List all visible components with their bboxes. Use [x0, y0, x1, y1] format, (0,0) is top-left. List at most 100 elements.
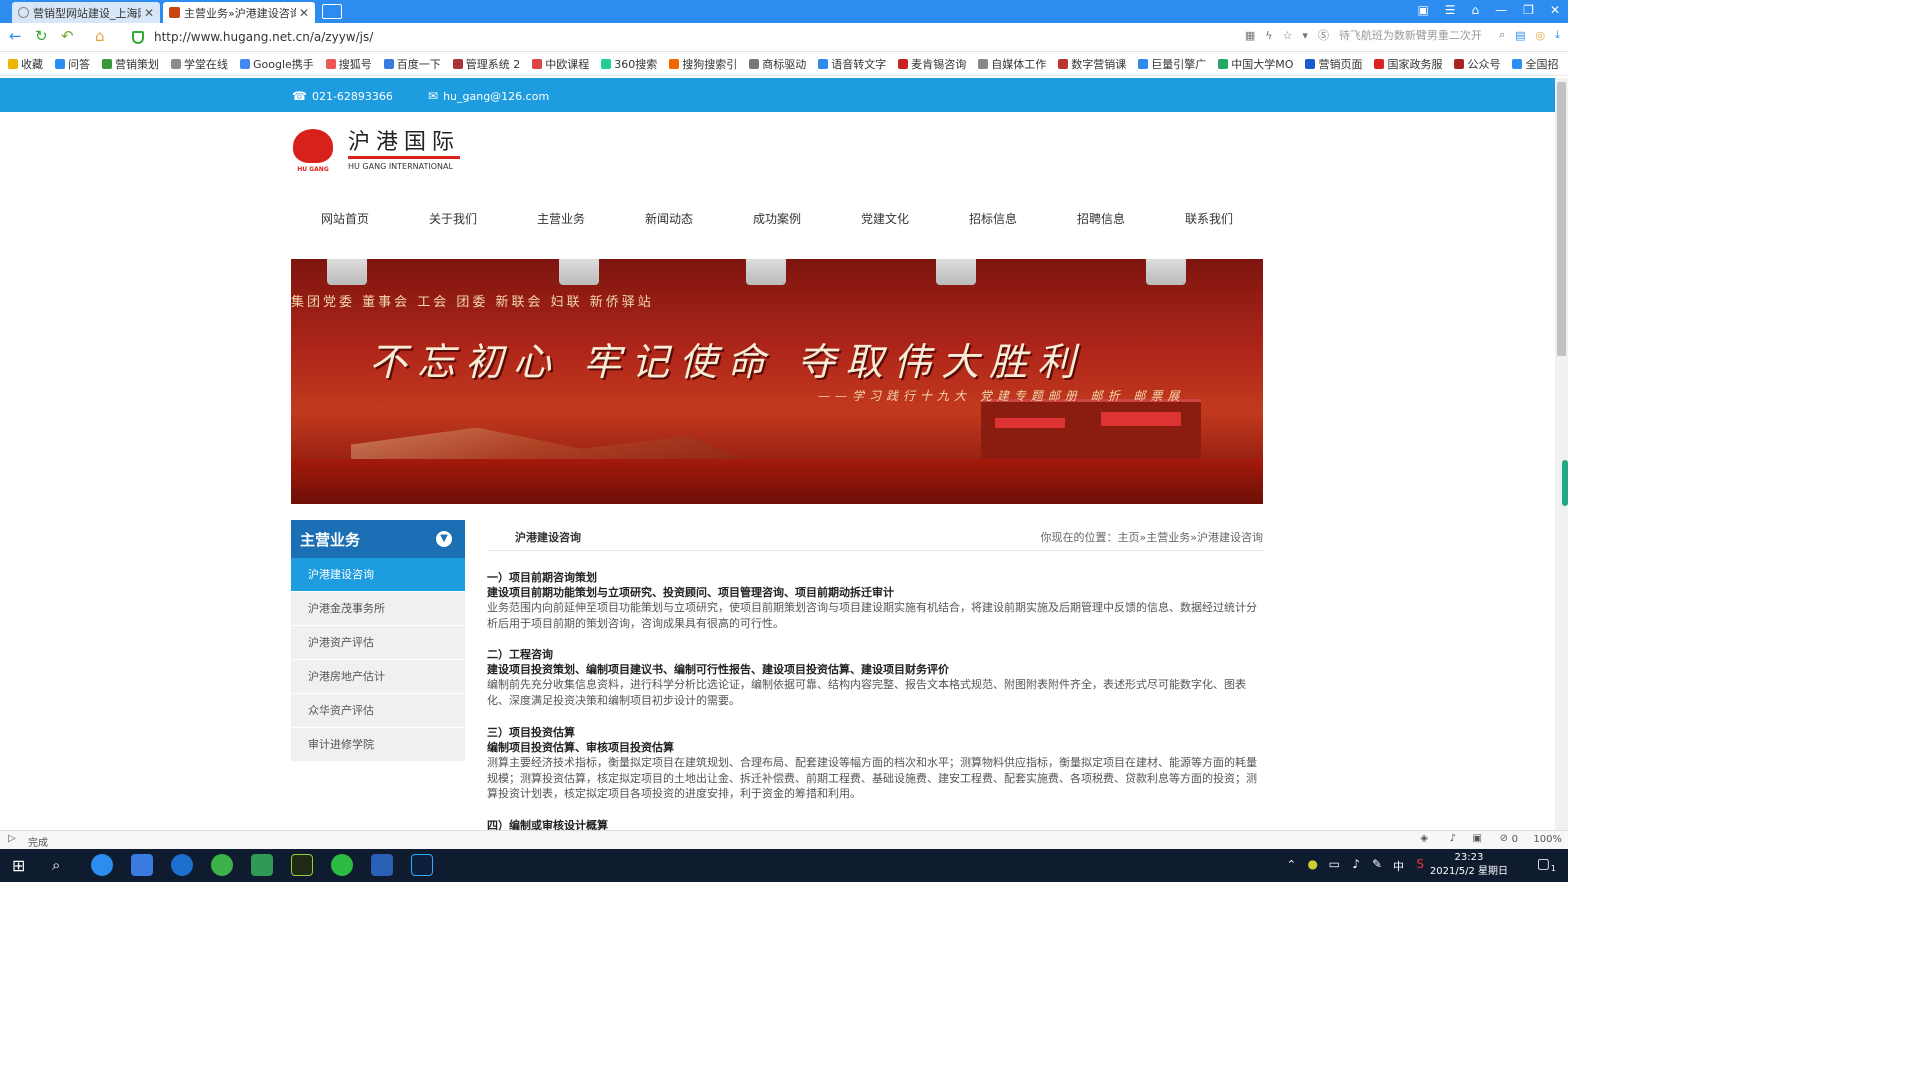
nav-about[interactable]: 关于我们 [399, 206, 507, 232]
close-tab-icon[interactable]: ✕ [144, 6, 154, 20]
star-icon[interactable]: ☆ [1283, 29, 1293, 42]
side-widget-handle[interactable] [1562, 460, 1568, 506]
dreamweaver-icon[interactable] [291, 854, 313, 876]
bookmark-item[interactable]: 语音转文字 [818, 56, 886, 72]
skin-icon[interactable]: ⌂ [1472, 3, 1480, 17]
windows-start-icon[interactable]: ⊞ [12, 856, 25, 875]
play-icon[interactable]: ▷ [8, 833, 16, 844]
bookmark-item[interactable]: 中欧课程 [532, 56, 589, 72]
bookmark-item[interactable]: 搜狗搜索引 [669, 56, 737, 72]
sidebar-item-real-estate[interactable]: 沪港房地产估计 [291, 660, 465, 694]
browser-tab[interactable]: 营销型网站建设_上海网站 ✕ [12, 2, 160, 23]
qr-icon[interactable]: ▦ [1245, 29, 1255, 42]
search-icon[interactable]: ⌕ [52, 856, 60, 874]
bookmark-item[interactable]: 问答 [55, 56, 90, 72]
chevron-down-icon[interactable]: ▼ [436, 531, 452, 547]
extension-icon[interactable]: ◎ [1536, 29, 1546, 42]
sidebar-item-zhonghua-appraisal[interactable]: 众华资产评估 [291, 694, 465, 728]
bookmark-label: 公众号 [1467, 58, 1501, 71]
bookmark-item[interactable]: 学堂在线 [171, 56, 228, 72]
ime-indicator[interactable]: 中 [1393, 858, 1404, 874]
refresh-icon[interactable]: ↻ [35, 29, 48, 44]
volume-icon[interactable]: ♪ [1352, 857, 1360, 871]
bookmark-item[interactable]: 中国大学MO [1218, 56, 1293, 72]
new-tab-button[interactable] [322, 4, 342, 19]
pen-icon[interactable]: ✎ [1372, 857, 1382, 871]
badge-icon[interactable]: ▣ [1417, 3, 1428, 17]
green-app-icon[interactable] [211, 854, 233, 876]
nav-news[interactable]: 新闻动态 [615, 206, 723, 232]
sound-icon[interactable]: ♪ [1450, 833, 1456, 844]
nav-cases[interactable]: 成功案例 [723, 206, 831, 232]
email-address[interactable]: hu_gang@126.com [443, 90, 549, 103]
bookmark-icon [1138, 59, 1149, 69]
search-box[interactable]: 待飞航班为数新臂男重二次开 [1339, 27, 1489, 43]
clock[interactable]: 23:23 2021/5/2 星期日 [1430, 851, 1508, 879]
sidebar-item-construction-consulting[interactable]: 沪港建设咨询 [291, 558, 465, 592]
bookmark-item[interactable]: 全国招 [1512, 56, 1558, 72]
home-icon[interactable]: ⌂ [95, 29, 105, 44]
bookmark-item[interactable]: 管理系统 2 [452, 56, 520, 72]
bookmark-item[interactable]: 360搜索 [601, 56, 657, 72]
nav-tenders[interactable]: 招标信息 [939, 206, 1047, 232]
photoshop-icon[interactable] [411, 854, 433, 876]
close-window-icon[interactable]: ✕ [1550, 3, 1560, 17]
contact-strip: ☎ 021-62893366 ✉ hu_gang@126.com [0, 78, 1555, 112]
url-field[interactable]: http://www.hugang.net.cn/a/zyyw/js/ [126, 26, 1286, 48]
back-icon[interactable]: ← [9, 29, 22, 44]
sidebar-item-audit-institute[interactable]: 审计进修学院 [291, 728, 465, 762]
undo-icon[interactable]: ↶ [61, 29, 74, 44]
scrollbar-thumb[interactable] [1557, 82, 1566, 356]
bookmark-item[interactable]: Google携手 [240, 56, 314, 72]
search-icon[interactable]: ⌕ [1499, 28, 1505, 42]
bookmark-item[interactable]: 巨量引擎广 [1138, 56, 1206, 72]
bookmark-item[interactable]: 收藏 [8, 56, 43, 72]
tools-icon[interactable]: ▣ [1473, 833, 1482, 844]
lightning-icon[interactable]: ϟ [1265, 29, 1272, 42]
tray-chevron-icon[interactable]: ⌃ [1287, 858, 1296, 871]
sidebar-item-asset-appraisal[interactable]: 沪港资产评估 [291, 626, 465, 660]
nav-home[interactable]: 网站首页 [291, 206, 399, 232]
bookmark-item[interactable]: 搜狐号 [325, 56, 372, 72]
download-icon[interactable]: ⤓ [1555, 28, 1560, 42]
sidebar-item-jinmao-firm[interactable]: 沪港金茂事务所 [291, 592, 465, 626]
menu-icon[interactable]: ☰ [1445, 3, 1456, 17]
breadcrumb[interactable]: 你现在的位置：主页»主营业务»沪港建设咨询 [1041, 529, 1263, 545]
bookmark-item[interactable]: 商标驱动 [749, 56, 806, 72]
nav-business[interactable]: 主营业务 [507, 206, 615, 232]
restore-icon[interactable]: ❐ [1523, 3, 1534, 17]
nav-jobs[interactable]: 招聘信息 [1047, 206, 1155, 232]
logo-mark-icon: HU GANG [291, 129, 335, 173]
wechat-icon[interactable] [331, 854, 353, 876]
dropdown-icon[interactable]: ▾ [1302, 29, 1308, 42]
bookmark-item[interactable]: 营销页面 [1305, 56, 1362, 72]
notification-icon[interactable]: ▢ [1537, 856, 1550, 872]
minimize-icon[interactable]: — [1495, 3, 1507, 17]
nav-party-culture[interactable]: 党建文化 [831, 206, 939, 232]
mail-app-icon[interactable] [131, 854, 153, 876]
site-logo[interactable]: HU GANG 沪港国际 HU GANG INTERNATIONAL [291, 129, 461, 173]
sogou-ime-icon[interactable]: S [1416, 857, 1424, 871]
browser-app-icon[interactable] [91, 854, 113, 876]
email-contact[interactable]: ✉ hu_gang@126.com [428, 89, 549, 103]
close-tab-icon[interactable]: ✕ [299, 6, 309, 20]
bookmark-item[interactable]: 麦肯锡咨询 [898, 56, 966, 72]
browser-tab-active[interactable]: 主营业务»沪港建设咨询 ✕ [163, 2, 315, 23]
word-icon[interactable] [371, 854, 393, 876]
bookmark-item[interactable]: 国家政务服 [1374, 56, 1442, 72]
nav-contact[interactable]: 联系我们 [1155, 206, 1263, 232]
shield-icon[interactable]: ◈ [1420, 833, 1428, 844]
zoom-level[interactable]: 100% [1533, 834, 1562, 845]
search-engine-icon[interactable]: Ⓢ [1318, 27, 1329, 43]
sogou-browser-icon[interactable] [171, 854, 193, 876]
network-icon[interactable]: ▭ [1329, 857, 1340, 871]
bookmark-item[interactable]: 自媒体工作 [978, 56, 1046, 72]
bookmark-item[interactable]: 公众号 [1454, 56, 1500, 72]
bookmark-item[interactable]: 百度一下 [383, 56, 441, 72]
file-app-icon[interactable] [251, 854, 273, 876]
page-scrollbar[interactable] [1555, 78, 1568, 830]
tray-app-icon[interactable]: ● [1308, 857, 1318, 871]
bookmark-item[interactable]: 数字营销课 [1058, 56, 1126, 72]
bookmark-item[interactable]: 营销策划 [102, 56, 159, 72]
reader-icon[interactable]: ▤ [1515, 29, 1525, 42]
